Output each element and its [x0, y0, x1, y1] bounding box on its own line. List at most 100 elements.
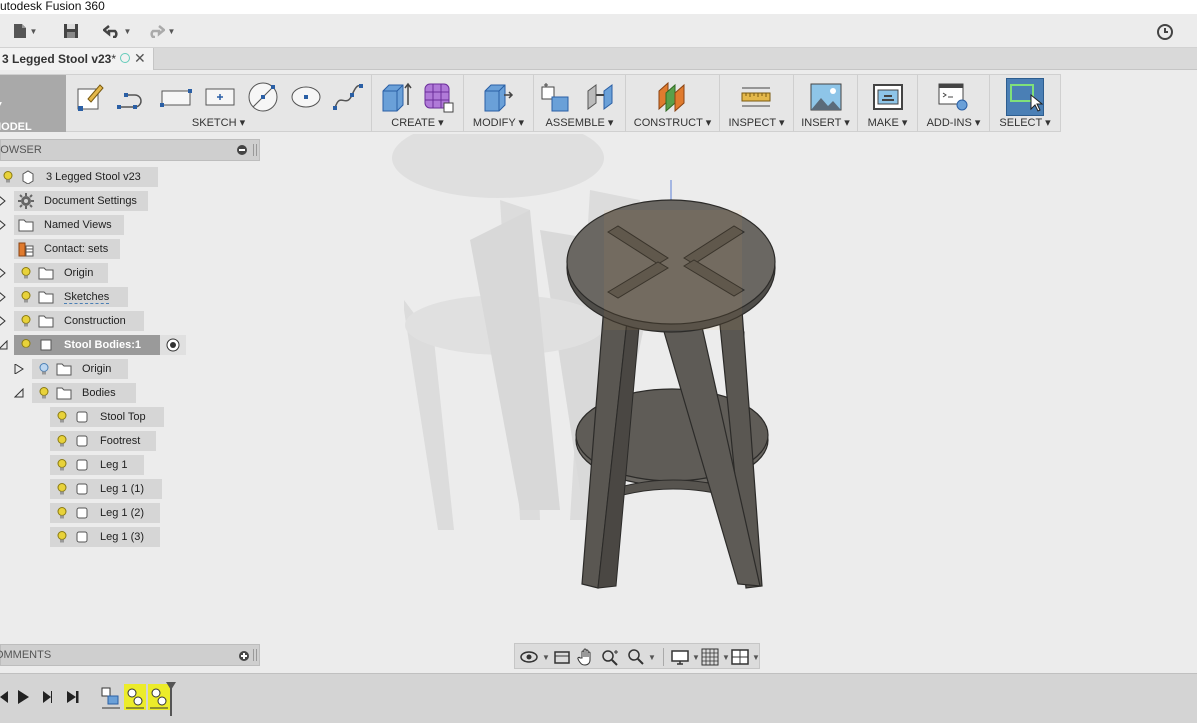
- collapse-arrow-icon[interactable]: [14, 388, 24, 398]
- sketch-menu[interactable]: SKETCH ▾: [66, 116, 371, 129]
- lightbulb-icon[interactable]: [18, 337, 34, 353]
- document-tab[interactable]: 3 Legged Stool v23* ✕: [0, 48, 154, 70]
- timeline-feature-component[interactable]: [100, 684, 122, 710]
- zoom-button[interactable]: [601, 647, 621, 667]
- modify-menu[interactable]: MODIFY ▾: [464, 116, 533, 129]
- close-tab-icon[interactable]: ✕: [134, 50, 146, 67]
- timeline-play-button[interactable]: [14, 688, 32, 706]
- expand-arrow-icon[interactable]: [0, 268, 8, 278]
- scripts-addins-tool[interactable]: [938, 81, 970, 113]
- browser-pin-icon[interactable]: [253, 144, 257, 156]
- expand-arrow-icon[interactable]: [14, 364, 24, 374]
- form-tool[interactable]: [422, 81, 454, 113]
- workspace-switcher[interactable]: MODEL ▾: [0, 75, 66, 133]
- tree-item-label: Origin: [64, 267, 94, 279]
- 3d-viewport[interactable]: [262, 134, 1197, 640]
- lightbulb-icon[interactable]: [18, 289, 34, 305]
- insert-menu[interactable]: INSERT ▾: [794, 116, 857, 129]
- center-rectangle-tool[interactable]: [204, 81, 236, 113]
- lightbulb-icon[interactable]: [54, 481, 70, 497]
- modify-group: MODIFY ▾: [464, 75, 534, 132]
- grid-snaps-button[interactable]: ▼: [701, 647, 730, 667]
- comments-title: COMMENTS: [0, 649, 52, 661]
- lightbulb-off-icon[interactable]: [36, 361, 52, 377]
- addins-menu[interactable]: ADD-INS ▾: [918, 116, 989, 129]
- workspace-label: MODEL: [0, 121, 32, 133]
- lightbulb-icon[interactable]: [54, 457, 70, 473]
- comments-header: COMMENTS: [0, 644, 260, 666]
- redo-button[interactable]: ▼: [144, 20, 178, 42]
- comments-pin-icon[interactable]: [253, 649, 257, 661]
- timeline-step-forward-button[interactable]: [40, 688, 58, 706]
- timeline-end-button[interactable]: [64, 688, 82, 706]
- ellipse-tool[interactable]: [290, 81, 322, 113]
- stool-model[interactable]: [566, 199, 776, 589]
- expand-arrow-icon[interactable]: [0, 316, 8, 326]
- timeline-feature-joint-1[interactable]: [124, 684, 146, 710]
- create-sketch-icon: [77, 84, 104, 111]
- line-tool[interactable]: [116, 81, 148, 113]
- rectangle-tool[interactable]: [160, 81, 192, 113]
- window-select-tool[interactable]: [1006, 78, 1044, 116]
- viewports-button[interactable]: ▼: [731, 647, 760, 667]
- extrude-tool[interactable]: [380, 81, 412, 113]
- extrude-icon: [382, 82, 412, 112]
- measure-tool[interactable]: [740, 81, 772, 113]
- lightbulb-icon[interactable]: [0, 169, 16, 185]
- body-icon: [74, 481, 90, 497]
- assemble-group: ASSEMBLE ▾: [534, 75, 626, 132]
- lightbulb-icon[interactable]: [54, 433, 70, 449]
- orbit-button[interactable]: ▼: [519, 647, 550, 667]
- collapse-arrow-icon[interactable]: [0, 340, 8, 350]
- expand-arrow-icon[interactable]: [0, 292, 8, 302]
- expand-arrow-icon[interactable]: [0, 196, 8, 206]
- lightbulb-icon[interactable]: [54, 505, 70, 521]
- expand-arrow-icon[interactable]: [0, 220, 8, 230]
- orbit-icon: [520, 651, 538, 663]
- lightbulb-icon[interactable]: [54, 529, 70, 545]
- fit-button[interactable]: ▼: [627, 647, 656, 667]
- attached-canvas-tool[interactable]: [810, 81, 842, 113]
- tab-status-icon: [120, 53, 130, 63]
- save-button[interactable]: [60, 20, 82, 42]
- job-status-button[interactable]: [1156, 23, 1174, 41]
- create-sketch-tool[interactable]: [74, 81, 106, 113]
- root-label: 3 Legged Stool v23: [46, 171, 141, 183]
- display-settings-button[interactable]: ▼: [671, 647, 700, 667]
- timeline-marker-icon: [166, 682, 176, 716]
- lightbulb-icon[interactable]: [18, 265, 34, 281]
- timeline-bar: [0, 673, 1197, 723]
- activate-component-button[interactable]: [160, 335, 186, 355]
- circle-tool[interactable]: [247, 81, 279, 113]
- create-menu[interactable]: CREATE ▾: [372, 116, 463, 129]
- tree-item-label: Stool Bodies:1: [64, 339, 142, 351]
- construct-group: CONSTRUCT ▾: [626, 75, 720, 132]
- add-comment-icon[interactable]: [239, 651, 249, 661]
- make-group: MAKE ▾: [858, 75, 918, 132]
- sketch-group: SKETCH ▾: [66, 75, 372, 132]
- pan-button[interactable]: [577, 647, 595, 667]
- timeline-marker[interactable]: [166, 682, 176, 716]
- 3d-print-tool[interactable]: [872, 81, 904, 113]
- file-menu-button[interactable]: ▼: [10, 20, 40, 42]
- joint-tool[interactable]: [584, 81, 616, 113]
- timeline-step-back-button[interactable]: [0, 688, 12, 706]
- lightbulb-icon[interactable]: [54, 409, 70, 425]
- lightbulb-icon[interactable]: [18, 313, 34, 329]
- assemble-menu[interactable]: ASSEMBLE ▾: [534, 116, 625, 129]
- look-at-button[interactable]: [553, 647, 571, 667]
- press-pull-tool[interactable]: [482, 81, 514, 113]
- zoom-icon: [602, 650, 618, 666]
- spline-tool[interactable]: [332, 81, 364, 113]
- make-menu[interactable]: MAKE ▾: [858, 116, 917, 129]
- collapse-browser-icon[interactable]: [237, 145, 247, 155]
- lightbulb-icon[interactable]: [36, 385, 52, 401]
- skip-to-end-icon: [67, 691, 79, 703]
- select-menu[interactable]: SELECT ▾: [990, 116, 1060, 129]
- new-component-tool[interactable]: [540, 81, 572, 113]
- construct-menu[interactable]: CONSTRUCT ▾: [626, 116, 719, 129]
- undo-button[interactable]: ▼: [100, 20, 134, 42]
- offset-plane-tool[interactable]: [656, 81, 688, 113]
- inspect-menu[interactable]: INSPECT ▾: [720, 116, 793, 129]
- viewports-icon: [731, 649, 749, 665]
